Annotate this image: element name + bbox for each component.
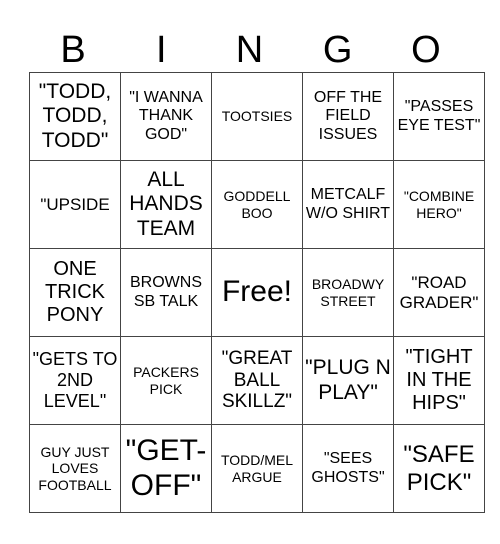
grid-row: "GETS TO 2ND LEVEL" PACKERS PICK "GREAT … bbox=[29, 336, 485, 425]
bingo-cell[interactable]: ALL HANDS TEAM bbox=[120, 160, 212, 249]
grid-row: ONE TRICK PONY BROWNS SB TALK Free! BROA… bbox=[29, 248, 485, 337]
bingo-cell[interactable]: METCALF W/O SHIRT bbox=[302, 160, 394, 249]
bingo-cell[interactable]: "ROAD GRADER" bbox=[393, 248, 485, 337]
header-letter-g: G bbox=[322, 29, 353, 71]
bingo-cell[interactable]: "COMBINE HERO" bbox=[393, 160, 485, 249]
bingo-cell[interactable]: "PASSES EYE TEST" bbox=[393, 72, 485, 161]
bingo-cell[interactable]: "TIGHT IN THE HIPS" bbox=[393, 336, 485, 425]
bingo-cell[interactable]: "GREAT BALL SKILLZ" bbox=[211, 336, 303, 425]
header-letter-n: N bbox=[235, 29, 264, 71]
grid-row: GUY JUST LOVES FOOTBALL "GET-OFF" TODD/M… bbox=[29, 424, 485, 513]
bingo-cell[interactable]: "UPSIDE bbox=[29, 160, 121, 249]
grid-row: "UPSIDE ALL HANDS TEAM GODDELL BOO METCA… bbox=[29, 160, 485, 249]
free-space-cell[interactable]: Free! bbox=[211, 248, 303, 337]
bingo-cell[interactable]: OFF THE FIELD ISSUES bbox=[302, 72, 394, 161]
bingo-cell[interactable]: "GETS TO 2ND LEVEL" bbox=[29, 336, 121, 425]
bingo-cell[interactable]: GUY JUST LOVES FOOTBALL bbox=[29, 424, 121, 513]
bingo-cell[interactable]: "TODD, TODD, TODD" bbox=[29, 72, 121, 161]
bingo-cell[interactable]: PACKERS PICK bbox=[120, 336, 212, 425]
header-letter-b: B bbox=[60, 29, 86, 71]
bingo-cell[interactable]: "GET-OFF" bbox=[120, 424, 212, 513]
bingo-cell[interactable]: GODDELL BOO bbox=[211, 160, 303, 249]
bingo-cell[interactable]: "SAFE PICK" bbox=[393, 424, 485, 513]
bingo-cell[interactable]: BROADWY STREET bbox=[302, 248, 394, 337]
bingo-cell[interactable]: TOOTSIES bbox=[211, 72, 303, 161]
header-letter-o: O bbox=[411, 29, 441, 71]
bingo-cell[interactable]: TODD/MEL ARGUE bbox=[211, 424, 303, 513]
bingo-cell[interactable]: BROWNS SB TALK bbox=[120, 248, 212, 337]
bingo-cell[interactable]: "PLUG N PLAY" bbox=[302, 336, 394, 425]
bingo-cell[interactable]: "SEES GHOSTS" bbox=[302, 424, 394, 513]
grid-row: "TODD, TODD, TODD" "I WANNA THANK GOD" T… bbox=[29, 72, 485, 161]
bingo-cell[interactable]: "I WANNA THANK GOD" bbox=[120, 72, 212, 161]
bingo-header: B I N G O bbox=[29, 28, 470, 72]
bingo-cell[interactable]: ONE TRICK PONY bbox=[29, 248, 121, 337]
bingo-grid: "TODD, TODD, TODD" "I WANNA THANK GOD" T… bbox=[29, 72, 485, 513]
header-letter-i: I bbox=[156, 29, 167, 71]
